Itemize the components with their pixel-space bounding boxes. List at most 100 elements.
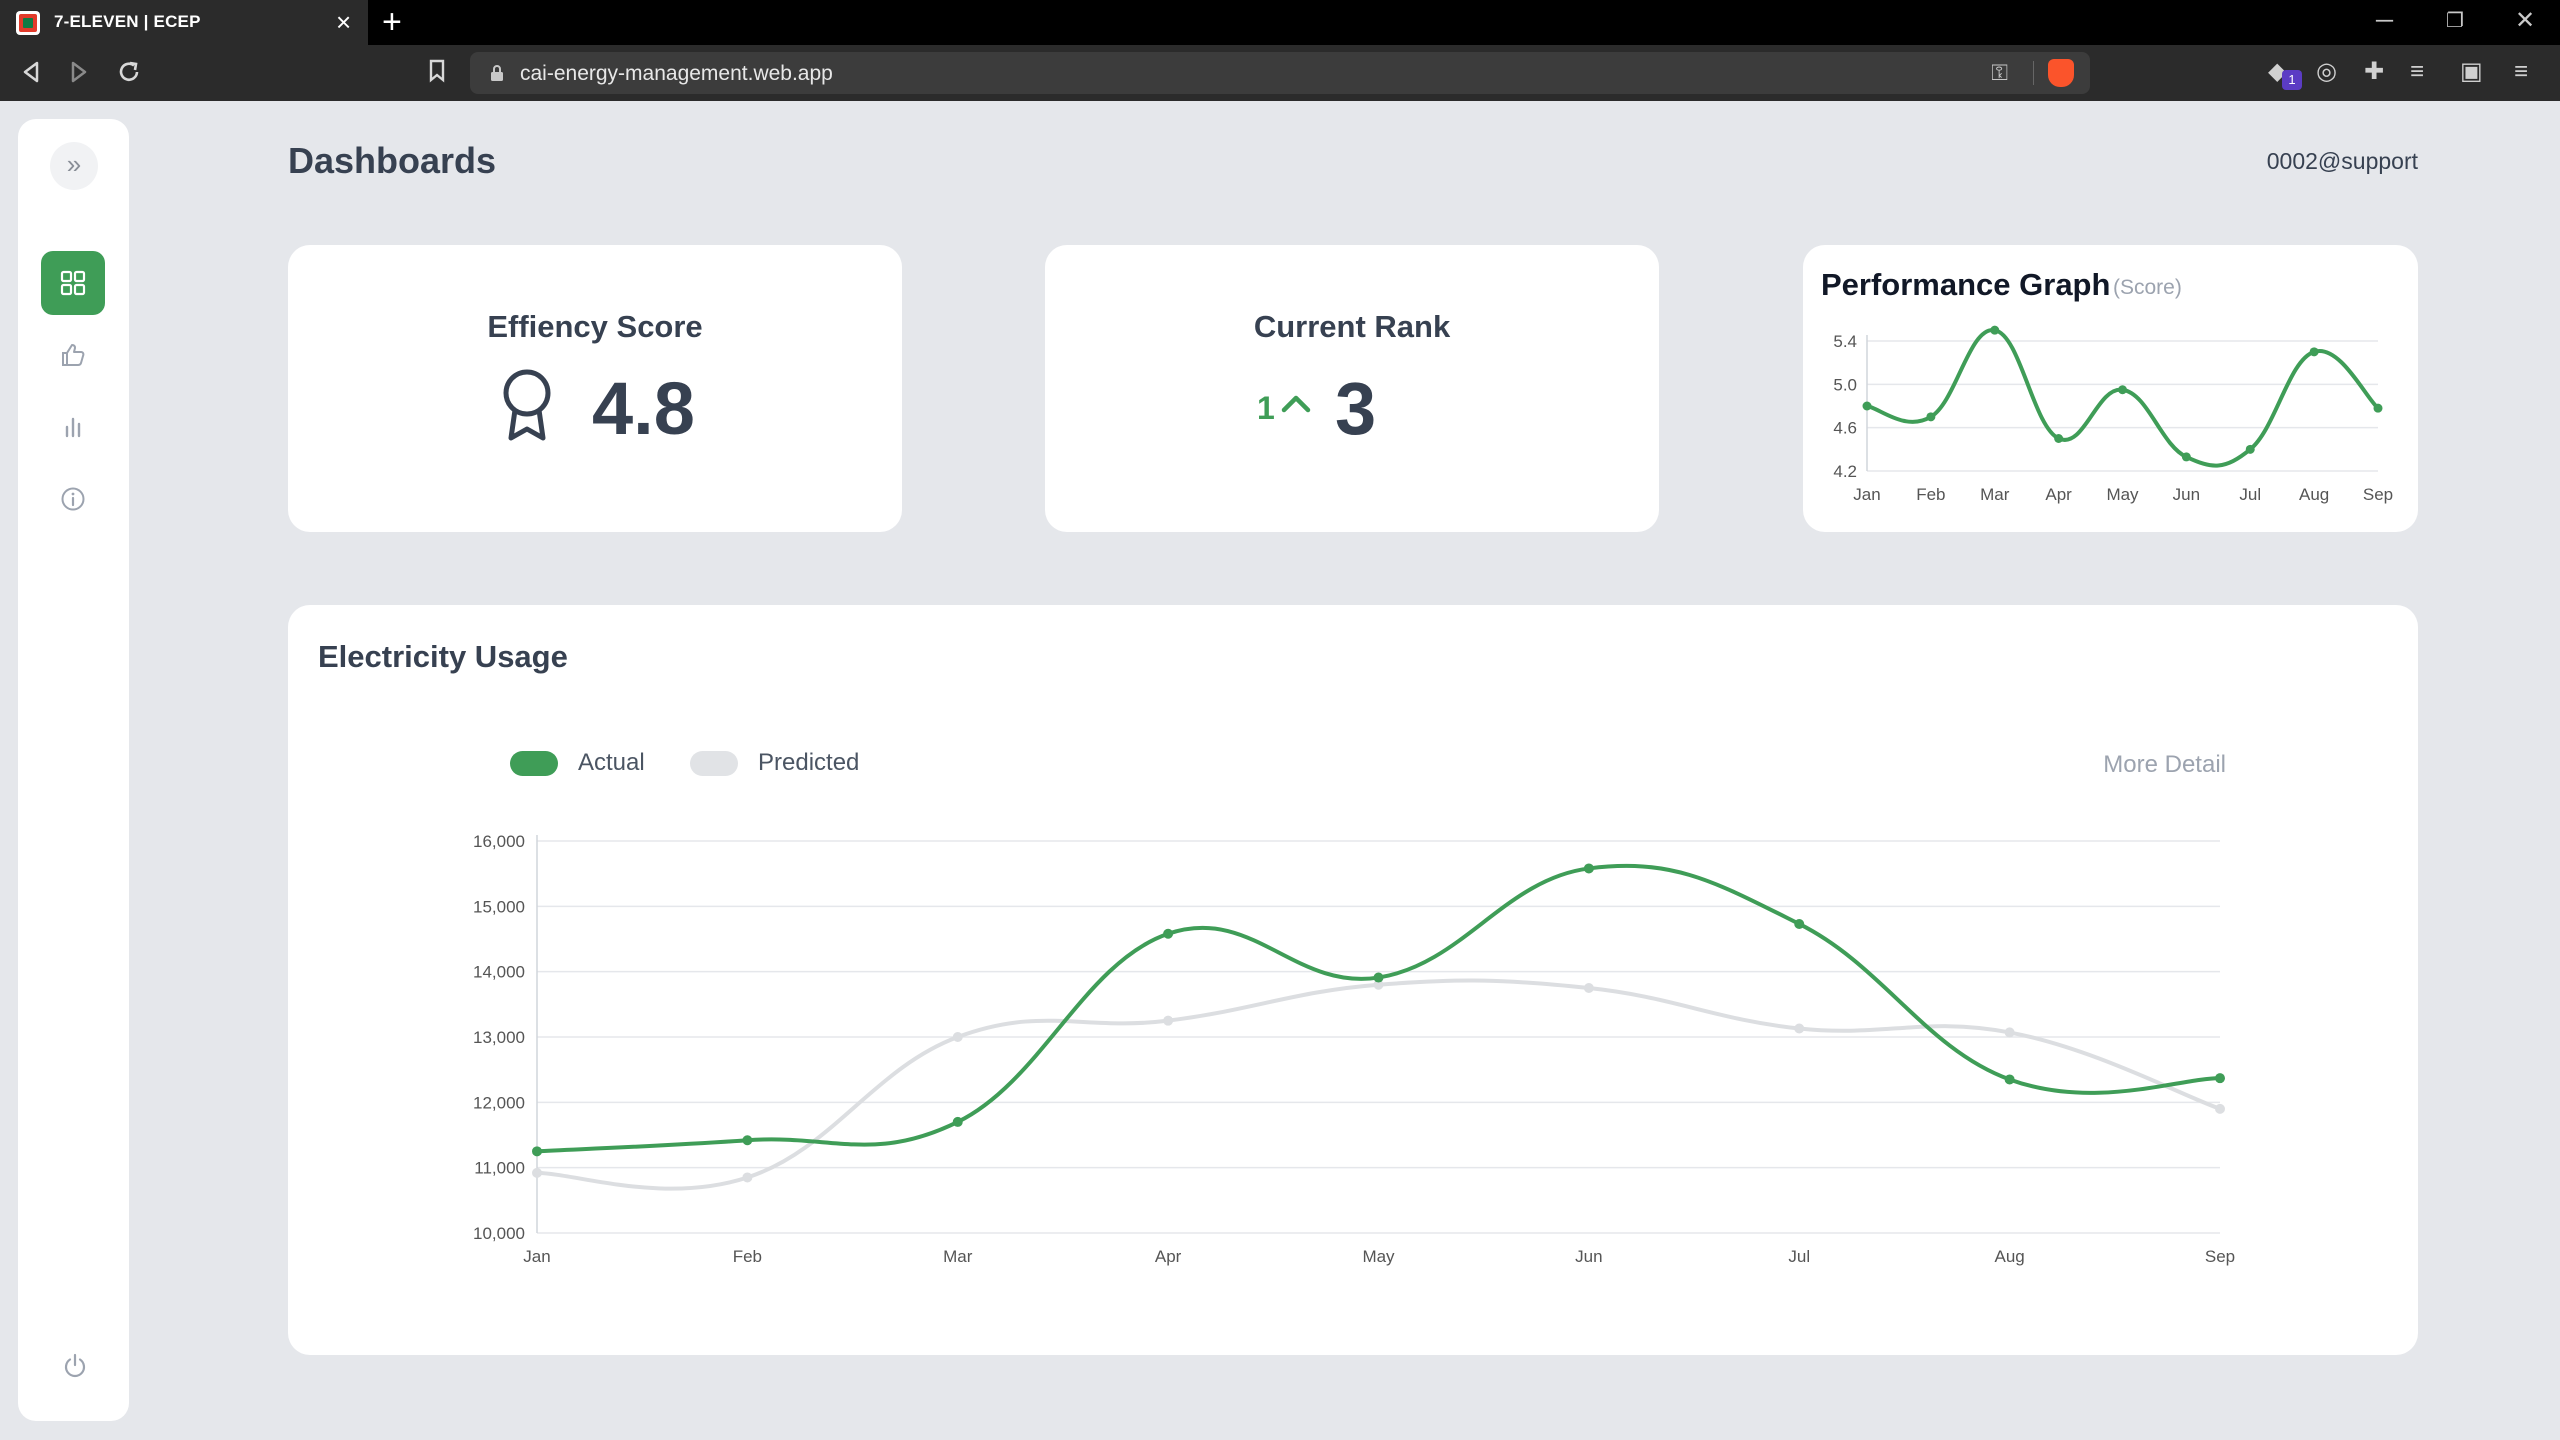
- efficiency-score-card: Effiency Score 4.8: [288, 245, 902, 532]
- efficiency-score-value: 4.8: [592, 367, 695, 450]
- browser-toolbar: cai-energy-management.web.app ⚿ ◆ ◎ ✚ ≡ …: [0, 45, 2560, 101]
- address-bar[interactable]: cai-energy-management.web.app ⚿: [470, 52, 2090, 94]
- current-rank-value: 3: [1335, 367, 1377, 450]
- data-point[interactable]: [1583, 983, 1594, 993]
- y-tick-label: 4.6: [1833, 419, 1857, 438]
- browser-titlebar: 7-ELEVEN | ECEP × + ─ ❐ ✕: [0, 0, 2560, 45]
- data-point[interactable]: [2309, 347, 2319, 357]
- sidebar-item-dashboard[interactable]: [41, 251, 105, 315]
- data-point[interactable]: [532, 1146, 542, 1157]
- power-logout-icon[interactable]: [61, 1352, 89, 1380]
- bar-chart-icon: [65, 417, 81, 438]
- series-line: [536, 863, 2221, 1154]
- sidebar-item-info[interactable]: [41, 467, 105, 531]
- x-tick-label: Jan: [1853, 485, 1880, 504]
- data-point[interactable]: [532, 1167, 542, 1178]
- sidebar: »: [18, 119, 129, 1421]
- x-tick-label: Aug: [1995, 1247, 2025, 1266]
- y-tick-label: 15,000: [473, 897, 525, 916]
- data-point[interactable]: [1990, 325, 2000, 335]
- x-tick-label: Jul: [1788, 1247, 1810, 1266]
- bookmark-icon[interactable]: [428, 59, 446, 83]
- performance-line-chart: 5.4 5.0 4.6 4.2 Jan Feb Mar Apr May Jun Jul Aug Sep: [1833, 325, 2393, 504]
- data-point[interactable]: [2004, 1074, 2015, 1085]
- tab-title: 7-ELEVEN | ECEP: [54, 12, 201, 31]
- data-point[interactable]: [2215, 1103, 2225, 1114]
- data-point[interactable]: [2004, 1027, 2015, 1038]
- data-point[interactable]: [1794, 1023, 1805, 1034]
- y-tick-label: 13,000: [473, 1028, 525, 1047]
- data-point[interactable]: [1583, 863, 1594, 874]
- tab-close-icon[interactable]: ×: [336, 7, 351, 37]
- data-point[interactable]: [2118, 385, 2127, 395]
- extension-glasses-icon[interactable]: ◎: [2316, 57, 2337, 87]
- y-tick-label: 14,000: [473, 963, 525, 982]
- y-tick-label: 11,000: [474, 1159, 525, 1178]
- x-tick-label: Jul: [2239, 485, 2261, 504]
- sidebar-expand-button[interactable]: »: [50, 142, 98, 190]
- data-point[interactable]: [2215, 1073, 2225, 1084]
- brave-shields-icon[interactable]: [2048, 59, 2074, 87]
- urlbar-divider: [2033, 61, 2034, 85]
- data-point[interactable]: [1373, 972, 1384, 983]
- rank-delta-value: 1: [1257, 390, 1275, 426]
- wallet-icon[interactable]: ▣: [2460, 57, 2483, 87]
- info-icon: [61, 487, 85, 511]
- extensions-puzzle-icon[interactable]: ✚: [2364, 57, 2384, 87]
- x-tick-label: Jan: [523, 1247, 550, 1266]
- data-point[interactable]: [2181, 452, 2191, 462]
- data-point[interactable]: [2373, 403, 2383, 413]
- electricity-usage-card: Electricity Usage Actual Predicted More …: [288, 605, 2418, 1355]
- forward-icon[interactable]: [68, 60, 90, 84]
- extension-badge: 1: [2282, 70, 2302, 90]
- x-tick-label: Feb: [733, 1247, 762, 1266]
- password-key-icon[interactable]: ⚿: [1991, 60, 2008, 86]
- minimize-icon[interactable]: ─: [2376, 6, 2393, 36]
- y-tick-label: 10,000: [473, 1224, 525, 1243]
- data-point[interactable]: [2245, 444, 2255, 454]
- browser-menu-icon[interactable]: ≡: [2514, 57, 2528, 87]
- dashboard-grid-icon: [60, 270, 86, 296]
- data-point[interactable]: [952, 1032, 963, 1042]
- back-icon[interactable]: [20, 60, 42, 84]
- data-point[interactable]: [1163, 1015, 1174, 1026]
- new-tab-icon[interactable]: +: [382, 4, 402, 40]
- x-tick-label: Feb: [1916, 485, 1945, 504]
- data-point[interactable]: [1163, 928, 1174, 939]
- data-point[interactable]: [742, 1135, 753, 1146]
- sidebar-item-feedback[interactable]: [41, 323, 105, 387]
- series-line: [536, 978, 2221, 1191]
- restore-icon[interactable]: ❐: [2446, 6, 2464, 36]
- x-tick-label: Sep: [2205, 1247, 2235, 1266]
- x-tick-label: Aug: [2299, 485, 2329, 504]
- data-point[interactable]: [742, 1172, 753, 1183]
- current-rank-card: Current Rank 1 3: [1045, 245, 1659, 532]
- data-point[interactable]: [1926, 412, 1936, 422]
- data-point[interactable]: [2054, 434, 2064, 443]
- page-title: Dashboards: [288, 140, 497, 181]
- thumbs-up-icon: [62, 344, 85, 366]
- x-tick-label: Jun: [2173, 485, 2200, 504]
- x-tick-label: Mar: [1980, 485, 2010, 504]
- x-tick-label: Jun: [1575, 1247, 1602, 1266]
- user-account-label[interactable]: 0002@support: [2267, 148, 2418, 175]
- seven-eleven-favicon-icon: [16, 11, 40, 35]
- window-close-icon[interactable]: ✕: [2515, 6, 2535, 36]
- reload-icon[interactable]: [116, 59, 142, 85]
- x-tick-label: May: [2106, 485, 2139, 504]
- performance-graph-card: Performance Graph (Score) 5.4 5.0 4.6 4.2 Ja…: [1803, 245, 2418, 532]
- x-tick-label: Mar: [943, 1247, 973, 1266]
- electricity-line-chart: 16,000 15,000 14,000 13,000 12,000 11,000 10,0…: [473, 832, 2235, 1266]
- current-rank-title: Current Rank: [1253, 309, 1451, 344]
- data-point[interactable]: [1862, 401, 1872, 411]
- data-point[interactable]: [952, 1116, 963, 1127]
- browser-tab[interactable]: 7-ELEVEN | ECEP ×: [0, 0, 368, 45]
- playlist-icon[interactable]: ≡: [2410, 57, 2424, 87]
- y-tick-label: 12,000: [473, 1093, 525, 1112]
- y-tick-label: 5.0: [1833, 375, 1857, 394]
- x-tick-label: Apr: [2045, 485, 2072, 504]
- sidebar-item-reports[interactable]: [41, 395, 105, 459]
- y-tick-label: 4.2: [1833, 462, 1857, 481]
- data-point[interactable]: [1794, 918, 1805, 929]
- x-tick-label: May: [1362, 1247, 1395, 1266]
